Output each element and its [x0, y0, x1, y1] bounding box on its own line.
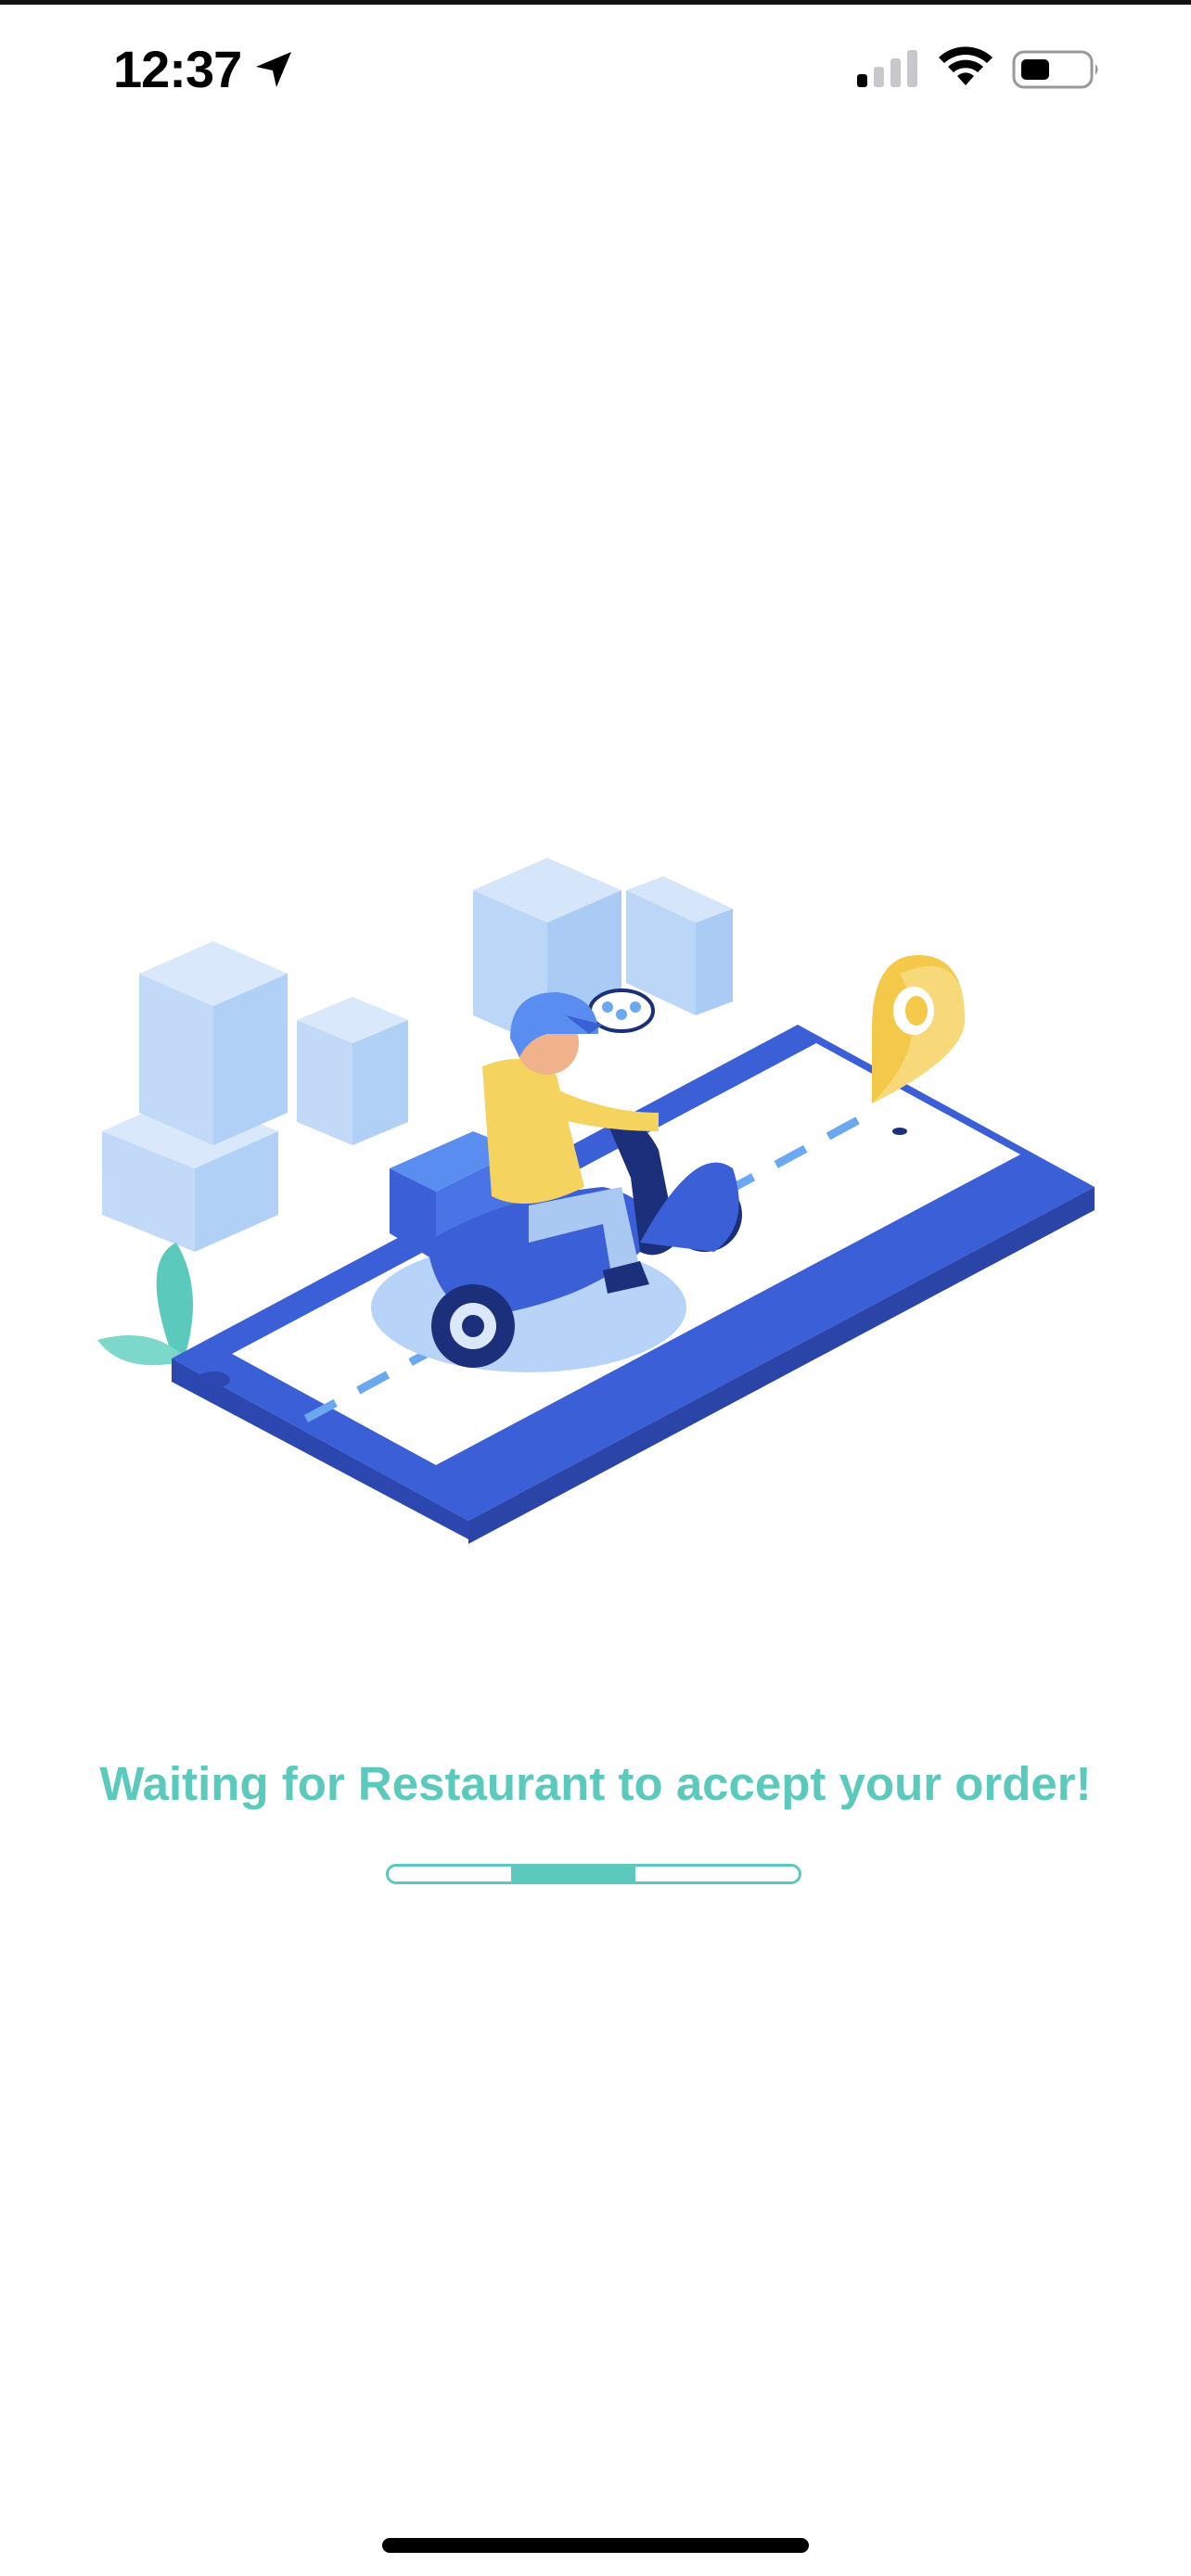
order-status-message: Waiting for Restaurant to accept your or…: [99, 1757, 1092, 1810]
cellular-signal-icon: [857, 50, 917, 87]
location-pin: [872, 955, 965, 1103]
location-arrow-icon: [256, 52, 291, 87]
home-indicator[interactable]: [382, 2538, 809, 2553]
status-bar: 12:37: [0, 0, 1191, 139]
loading-progress-bar: [386, 1864, 801, 1884]
loading-progress-fill: [511, 1867, 635, 1881]
battery-icon: [1012, 50, 1098, 89]
plant-leaves: [97, 1243, 193, 1366]
status-time: 12:37: [113, 40, 242, 98]
wifi-icon: [939, 46, 992, 85]
delivery-illustration: [97, 858, 1095, 1544]
parcel-boxes-left: [102, 941, 408, 1252]
